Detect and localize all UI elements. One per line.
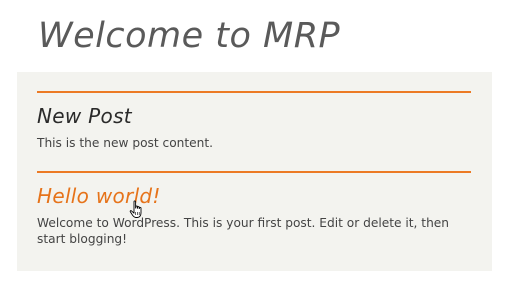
post-content: Welcome to WordPress. This is your first… [37,216,450,246]
post-new-post: New Post This is the new post content. [37,91,471,151]
post-hello-world: Hello world! Welcome to WordPress. This … [37,171,471,247]
post-title: New Post [37,104,132,128]
content-area: New Post This is the new post content. H… [17,72,492,271]
post-title-link[interactable]: Hello world! [37,173,471,208]
post-content: This is the new post content. [37,136,214,150]
page: Welcome to MRP New Post This is the new … [0,0,510,290]
site-title[interactable]: Welcome to MRP [38,12,340,60]
